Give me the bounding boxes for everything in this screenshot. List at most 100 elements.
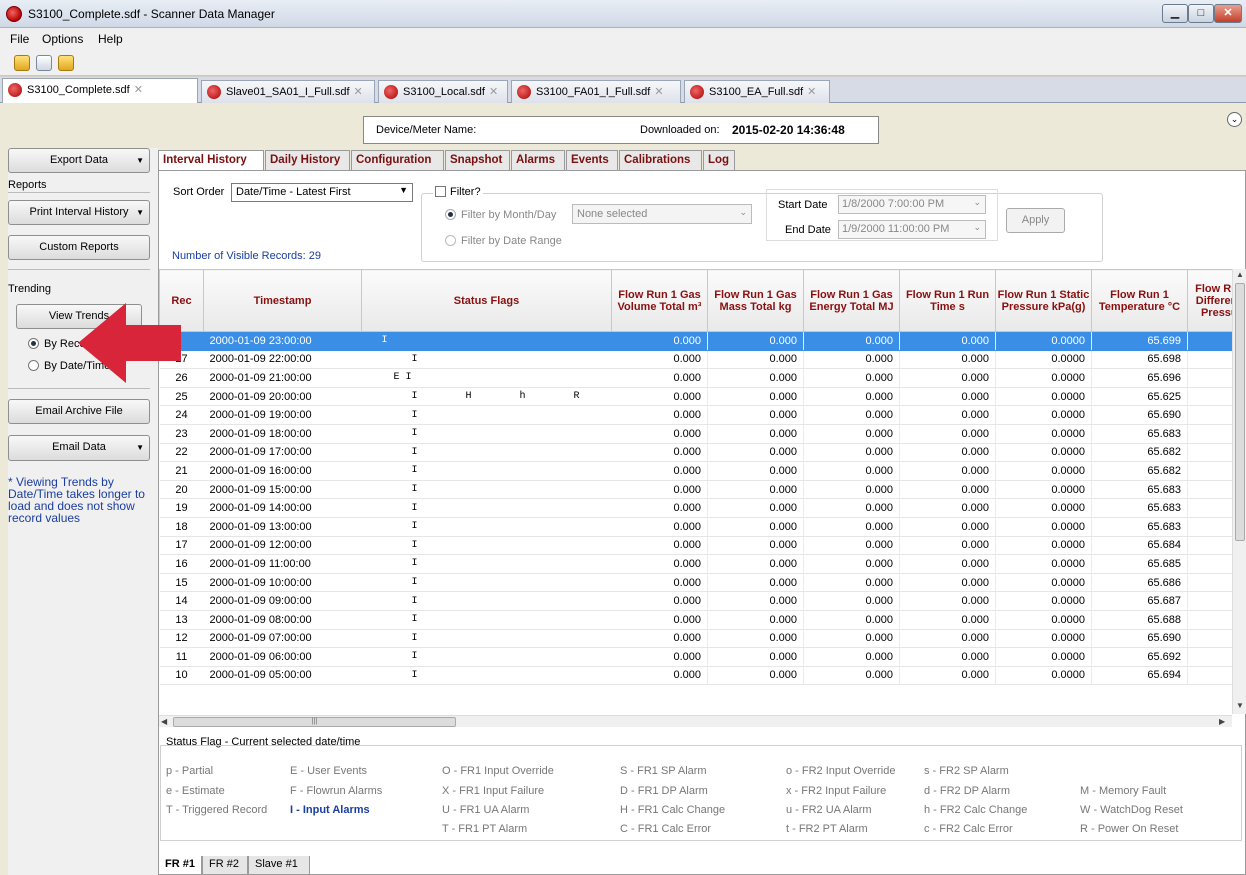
cell-volume: 0.000 <box>611 387 708 407</box>
close-tab-icon[interactable]: ✕ <box>807 86 816 98</box>
col-header-status-flags[interactable]: Status Flags <box>361 269 612 332</box>
col-header-differential-pressure[interactable]: Flow Run 1 Differential Pressure <box>1187 269 1232 332</box>
radio-icon <box>28 360 39 371</box>
tab-events[interactable]: Events <box>566 150 618 170</box>
month-day-select[interactable]: None selected ⌄ <box>572 204 752 224</box>
legend-item: x - FR2 Input Failure <box>786 785 887 797</box>
email-data-button[interactable]: Email Data ▼ <box>8 435 150 461</box>
table-row[interactable]: 22 2000-01-09 17:00:00 I 0.000 0.000 0.000 0.… <box>159 443 1232 463</box>
filter-by-month-day-radio[interactable]: Filter by Month/Day <box>445 209 556 221</box>
table-row[interactable]: 27 2000-01-09 22:00:00 I 0.000 0.000 0.000 0.… <box>159 350 1232 370</box>
table-row[interactable]: 13 2000-01-09 08:00:00 I 0.000 0.000 0.000 0.… <box>159 610 1232 630</box>
minimize-button[interactable]: ▁ <box>1162 4 1188 23</box>
table-row[interactable]: 21 2000-01-09 16:00:00 I 0.000 0.000 0.000 0.… <box>159 461 1232 481</box>
doc-tab-label: S3100_EA_Full.sdf <box>709 86 804 98</box>
apply-button[interactable]: Apply <box>1006 208 1065 233</box>
downloaded-value: 2015-02-20 14:36:48 <box>732 123 845 137</box>
table-row[interactable]: 14 2000-01-09 09:00:00 I 0.000 0.000 0.000 0.… <box>159 591 1232 611</box>
cell-timestamp: 2000-01-09 20:00:00 <box>203 387 362 407</box>
table-row[interactable]: 10 2000-01-09 05:00:00 I 0.000 0.000 0.000 0.… <box>159 666 1232 686</box>
table-row[interactable]: 15 2000-01-09 10:00:00 I 0.000 0.000 0.000 0.… <box>159 573 1232 593</box>
close-tab-icon[interactable]: ✕ <box>489 86 498 98</box>
sort-order-select[interactable]: Date/Time - Latest First ▼ <box>231 183 413 202</box>
cell-energy: 0.000 <box>803 387 900 407</box>
tab-snapshot[interactable]: Snapshot <box>445 150 510 170</box>
tab-configuration[interactable]: Configuration <box>351 150 444 170</box>
doc-tab-s3100-complete[interactable]: S3100_Complete.sdf ✕ <box>2 78 198 104</box>
scroll-down-icon[interactable]: ▼ <box>1236 701 1244 710</box>
cell-run-time: 0.000 <box>899 666 996 686</box>
horizontal-scrollbar[interactable]: ◀ ||| ▶ <box>159 715 1232 727</box>
cell-differential-pressure <box>1187 554 1232 574</box>
table-row[interactable]: 16 2000-01-09 11:00:00 I 0.000 0.000 0.000 0.… <box>159 554 1232 574</box>
table-row[interactable]: 18 2000-01-09 13:00:00 I 0.000 0.000 0.000 0.… <box>159 517 1232 537</box>
expand-chevron-icon[interactable]: ⌄ <box>1227 112 1242 127</box>
maximize-button[interactable]: □ <box>1188 4 1214 23</box>
table-row[interactable]: 20 2000-01-09 15:00:00 I 0.000 0.000 0.000 0.… <box>159 480 1232 500</box>
table-row[interactable]: 26 2000-01-09 21:00:00 E I 0.000 0.000 0.000… <box>159 368 1232 388</box>
table-row[interactable]: 2000-01-09 23:00:00 I 0.000 0.000 0.000 0.000… <box>159 331 1232 351</box>
export-data-button[interactable]: Export Data ▼ <box>8 148 150 173</box>
cell-temperature: 65.699 <box>1091 331 1188 351</box>
table-row[interactable]: 24 2000-01-09 19:00:00 I 0.000 0.000 0.000 0.… <box>159 405 1232 425</box>
interval-history-grid[interactable]: Rec Timestamp Status Flags Flow Run 1 Ga… <box>159 269 1232 714</box>
checkbox-icon <box>435 186 446 197</box>
scroll-up-icon[interactable]: ▲ <box>1236 270 1244 279</box>
menu-options[interactable]: Options <box>42 32 83 46</box>
tab-fr1[interactable]: FR #1 <box>158 856 202 875</box>
close-button[interactable]: ✕ <box>1214 4 1242 23</box>
col-header-energy[interactable]: Flow Run 1 Gas Energy Total MJ <box>803 269 900 332</box>
col-header-timestamp[interactable]: Timestamp <box>203 269 362 332</box>
col-header-volume[interactable]: Flow Run 1 Gas Volume Total m³ <box>611 269 708 332</box>
start-date-input[interactable]: 1/8/2000 7:00:00 PM ⌄ <box>838 195 986 214</box>
table-row[interactable]: 19 2000-01-09 14:00:00 I 0.000 0.000 0.000 0.… <box>159 498 1232 518</box>
table-row[interactable]: 12 2000-01-09 07:00:00 I 0.000 0.000 0.000 0.… <box>159 629 1232 649</box>
scroll-left-icon[interactable]: ◀ <box>161 717 167 726</box>
cell-status-flags: I <box>361 405 612 425</box>
close-tab-icon[interactable]: ✕ <box>134 84 143 96</box>
table-row[interactable]: 25 2000-01-09 20:00:00 I H h R 0.000 0.000 0… <box>159 387 1232 407</box>
table-row[interactable]: 23 2000-01-09 18:00:00 I 0.000 0.000 0.000 0.… <box>159 424 1232 444</box>
col-header-temperature[interactable]: Flow Run 1 Temperature °C <box>1091 269 1188 332</box>
doc-tab-s3100-local[interactable]: S3100_Local.sdf ✕ <box>378 80 508 103</box>
cell-static-pressure: 0.0000 <box>995 573 1092 593</box>
tab-interval-history[interactable]: Interval History <box>158 150 264 170</box>
table-row[interactable]: 17 2000-01-09 12:00:00 I 0.000 0.000 0.000 0.… <box>159 536 1232 556</box>
print-interval-history-button[interactable]: Print Interval History ▼ <box>8 200 150 225</box>
legend-item: T - FR1 PT Alarm <box>442 823 528 835</box>
tab-alarms[interactable]: Alarms <box>511 150 565 170</box>
email-icon[interactable] <box>36 55 52 71</box>
tab-fr2[interactable]: FR #2 <box>202 856 248 875</box>
doc-tab-slave01[interactable]: Slave01_SA01_I_Full.sdf ✕ <box>201 80 375 103</box>
email-archive-file-button[interactable]: Email Archive File <box>8 399 150 424</box>
table-row[interactable]: 11 2000-01-09 06:00:00 I 0.000 0.000 0.000 0.… <box>159 647 1232 667</box>
cell-rec: 18 <box>159 517 204 537</box>
doc-tab-s3100-ea[interactable]: S3100_EA_Full.sdf ✕ <box>684 80 830 103</box>
scroll-thumb-grip[interactable]: ||| <box>173 717 456 727</box>
col-header-run-time[interactable]: Flow Run 1 Run Time s <box>899 269 996 332</box>
menu-help[interactable]: Help <box>98 32 123 46</box>
close-tab-icon[interactable]: ✕ <box>354 86 363 98</box>
open-folder-icon[interactable] <box>14 55 30 71</box>
vertical-scrollbar[interactable]: ▲ ▼ <box>1232 269 1246 714</box>
close-tab-icon[interactable]: ✕ <box>654 86 663 98</box>
end-date-input[interactable]: 1/9/2000 11:00:00 PM ⌄ <box>838 220 986 239</box>
custom-reports-button[interactable]: Custom Reports <box>8 235 150 260</box>
cell-run-time: 0.000 <box>899 405 996 425</box>
col-header-mass[interactable]: Flow Run 1 Gas Mass Total kg <box>707 269 804 332</box>
tab-daily-history[interactable]: Daily History <box>265 150 350 170</box>
filter-by-date-range-radio[interactable]: Filter by Date Range <box>445 235 562 247</box>
cell-status-flags: I <box>361 331 612 351</box>
scroll-right-icon[interactable]: ▶ <box>1219 717 1225 726</box>
tab-calibrations[interactable]: Calibrations <box>619 150 702 170</box>
cell-timestamp: 2000-01-09 21:00:00 <box>203 368 362 388</box>
scroll-thumb[interactable] <box>1235 283 1245 541</box>
doc-tab-s3100-fa01[interactable]: S3100_FA01_I_Full.sdf ✕ <box>511 80 681 103</box>
filter-checkbox[interactable]: Filter? <box>433 186 483 198</box>
menu-file[interactable]: File <box>10 32 29 46</box>
cell-timestamp: 2000-01-09 05:00:00 <box>203 666 362 686</box>
tab-log[interactable]: Log <box>703 150 735 170</box>
export-folder-icon[interactable] <box>58 55 74 71</box>
col-header-static-pressure[interactable]: Flow Run 1 Static Pressure kPa(g) <box>995 269 1092 332</box>
tab-slave1[interactable]: Slave #1 <box>248 856 310 875</box>
